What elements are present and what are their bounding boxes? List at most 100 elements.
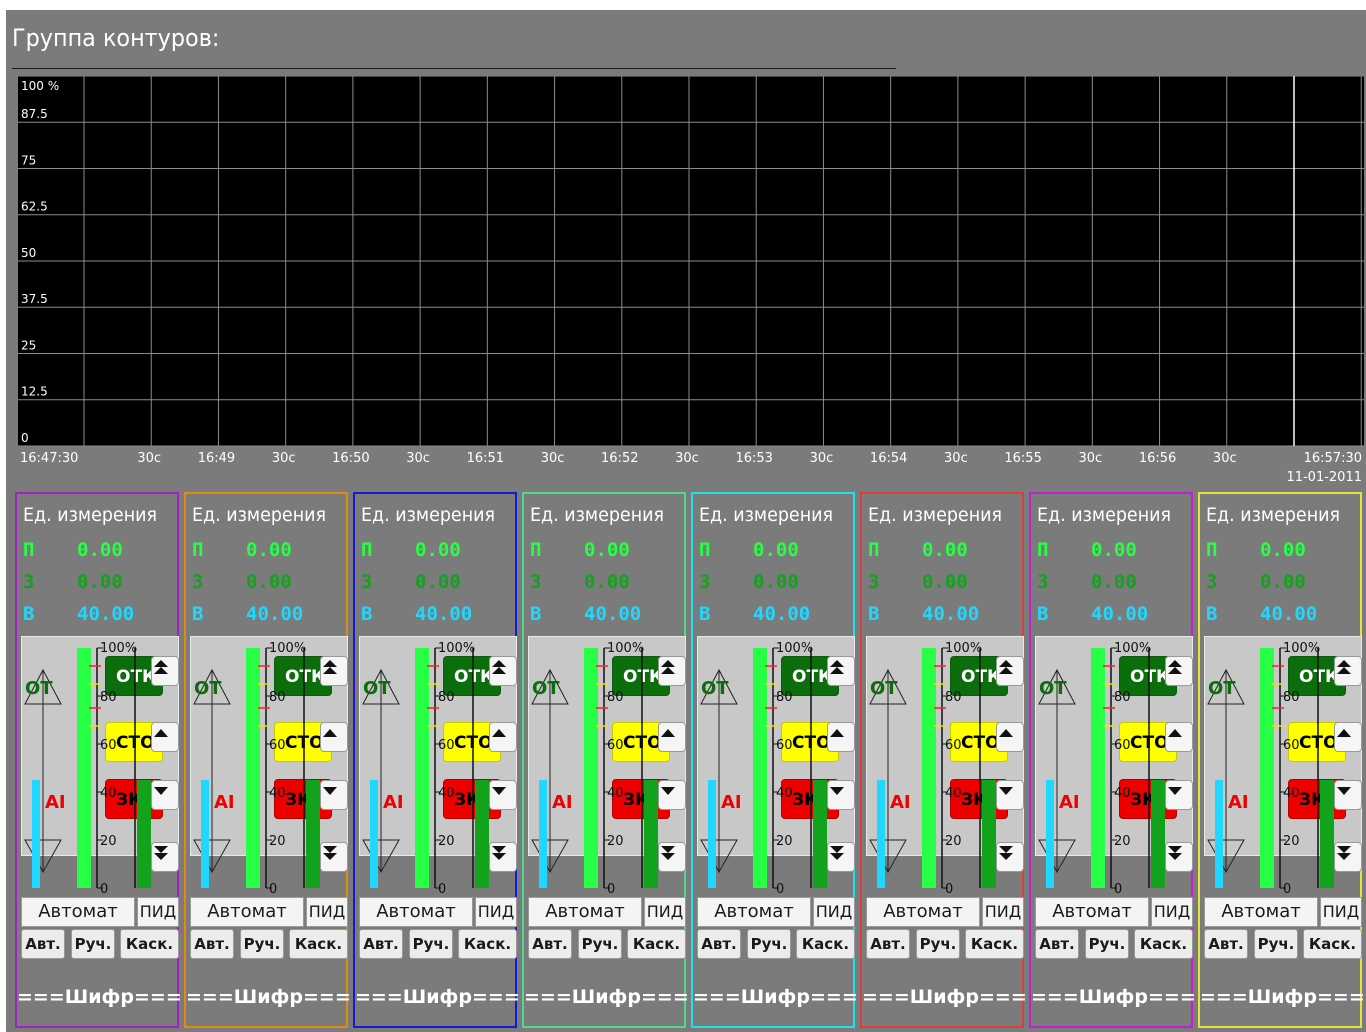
x-tick-label: 30с xyxy=(137,451,161,466)
auto-button[interactable]: Авт. xyxy=(190,929,234,959)
loop-tag-name[interactable]: ===Шифр=== xyxy=(1031,986,1196,1008)
auto-button[interactable]: Авт. xyxy=(1035,929,1079,959)
lower-fast-button[interactable] xyxy=(996,842,1024,872)
raise-button[interactable] xyxy=(996,722,1024,752)
raise-fast-button[interactable] xyxy=(151,656,179,686)
scale-label: 40 xyxy=(438,786,455,801)
trend-date: 11-01-2011 xyxy=(1286,470,1362,485)
pv-label: П xyxy=(1206,539,1218,561)
raise-fast-button[interactable] xyxy=(996,656,1024,686)
l-letter: АI xyxy=(552,792,573,813)
lower-fast-button[interactable] xyxy=(320,842,348,872)
manual-button[interactable]: Руч. xyxy=(578,929,622,959)
pv-label: П xyxy=(699,539,711,561)
cascade-button[interactable]: Каск. xyxy=(965,929,1024,959)
setpoint-label: З xyxy=(1206,571,1218,593)
cascade-button[interactable]: Каск. xyxy=(627,929,686,959)
auto-button[interactable]: Авт. xyxy=(359,929,403,959)
loop-panels: Ед. измерения П 0.00 З 0.00 В 40.00 ОТК СТО ЗК 100… xyxy=(15,492,1366,1032)
scale-label: 40 xyxy=(100,786,117,801)
hh-letter: ОТ xyxy=(701,678,729,699)
loop-tag-name[interactable]: ===Шифр=== xyxy=(355,986,520,1008)
raise-button[interactable] xyxy=(827,722,855,752)
hh-letter: ОТ xyxy=(25,678,53,699)
raise-button[interactable] xyxy=(658,722,686,752)
lower-fast-button[interactable] xyxy=(658,842,686,872)
raise-button[interactable] xyxy=(320,722,348,752)
loop-tag-name[interactable]: ===Шифр=== xyxy=(524,986,689,1008)
lower-button[interactable] xyxy=(658,780,686,810)
scale-label: 100% xyxy=(776,641,813,656)
scale-label: 20 xyxy=(776,834,793,849)
auto-button[interactable]: Авт. xyxy=(866,929,910,959)
loop-panel: Ед. измерения П 0.00 З 0.00 В 40.00 ОТК СТО ЗК 100… xyxy=(522,492,689,1028)
scale-label: 20 xyxy=(438,834,455,849)
cascade-button[interactable]: Каск. xyxy=(289,929,348,959)
manual-button[interactable]: Руч. xyxy=(1254,929,1298,959)
cascade-button[interactable]: Каск. xyxy=(1303,929,1362,959)
lower-fast-button[interactable] xyxy=(151,842,179,872)
loop-tag-name[interactable]: ===Шифр=== xyxy=(862,986,1027,1008)
lower-fast-button[interactable] xyxy=(827,842,855,872)
manual-button[interactable]: Руч. xyxy=(747,929,791,959)
down-arrow-icon xyxy=(1337,787,1351,795)
manual-button[interactable]: Руч. xyxy=(71,929,115,959)
scale-label: 100% xyxy=(945,641,982,656)
mode-row: Автомат ПИД xyxy=(866,897,1024,927)
raise-button[interactable] xyxy=(1334,722,1362,752)
x-tick-label: 16:54 xyxy=(870,451,907,466)
scale-label: 60 xyxy=(438,738,455,753)
lower-button[interactable] xyxy=(1334,780,1362,810)
lower-fast-button[interactable] xyxy=(1334,842,1362,872)
loop-tag-name[interactable]: ===Шифр=== xyxy=(17,986,182,1008)
trend-chart[interactable]: 100 % 87.5 75 62.5 50 37.5 25 12.5 0 16:47:30 30с 1… xyxy=(18,76,1364,488)
auto-button[interactable]: Авт. xyxy=(697,929,741,959)
cascade-button[interactable]: Каск. xyxy=(796,929,855,959)
manual-button[interactable]: Руч. xyxy=(916,929,960,959)
x-tick-label: 16:51 xyxy=(467,451,504,466)
auto-button[interactable]: Авт. xyxy=(21,929,65,959)
pv-bar xyxy=(415,648,429,888)
cascade-button[interactable]: Каск. xyxy=(120,929,179,959)
loop-tag-name[interactable]: ===Шифр=== xyxy=(1200,986,1365,1008)
raise-button[interactable] xyxy=(489,722,517,752)
lower-button[interactable] xyxy=(1165,780,1193,810)
auto-button[interactable]: Авт. xyxy=(1204,929,1248,959)
cascade-button[interactable]: Каск. xyxy=(1134,929,1193,959)
lower-fast-button[interactable] xyxy=(489,842,517,872)
raise-button[interactable] xyxy=(1165,722,1193,752)
loop-tag-name[interactable]: ===Шифр=== xyxy=(186,986,351,1008)
raise-fast-button[interactable] xyxy=(320,656,348,686)
x-tick-label: 30с xyxy=(675,451,699,466)
lower-fast-button[interactable] xyxy=(1165,842,1193,872)
raise-fast-button[interactable] xyxy=(1334,656,1362,686)
scale-label: 0 xyxy=(776,882,784,897)
manual-button[interactable]: Руч. xyxy=(240,929,284,959)
loop-tag-name[interactable]: ===Шифр=== xyxy=(693,986,858,1008)
output-bar xyxy=(1046,780,1054,888)
output-bar xyxy=(1215,780,1223,888)
scale-label: 0 xyxy=(438,882,446,897)
raise-button[interactable] xyxy=(151,722,179,752)
lower-button[interactable] xyxy=(996,780,1024,810)
setpoint-bar xyxy=(813,780,827,888)
lower-button[interactable] xyxy=(827,780,855,810)
manual-button[interactable]: Руч. xyxy=(1085,929,1129,959)
raise-fast-button[interactable] xyxy=(827,656,855,686)
auto-button[interactable]: Авт. xyxy=(528,929,572,959)
scale-label: 40 xyxy=(1283,786,1300,801)
setpoint-label: З xyxy=(192,571,204,593)
lower-button[interactable] xyxy=(489,780,517,810)
raise-fast-button[interactable] xyxy=(658,656,686,686)
double-up-icon xyxy=(154,660,168,674)
cascade-button[interactable]: Каск. xyxy=(458,929,517,959)
raise-fast-button[interactable] xyxy=(489,656,517,686)
lower-button[interactable] xyxy=(151,780,179,810)
units-label: Ед. измерения xyxy=(699,504,834,526)
output-value: 40.00 xyxy=(77,603,135,625)
down-arrow-icon xyxy=(154,787,168,795)
raise-fast-button[interactable] xyxy=(1165,656,1193,686)
manual-button[interactable]: Руч. xyxy=(409,929,453,959)
lower-button[interactable] xyxy=(320,780,348,810)
hh-letter: ОТ xyxy=(870,678,898,699)
